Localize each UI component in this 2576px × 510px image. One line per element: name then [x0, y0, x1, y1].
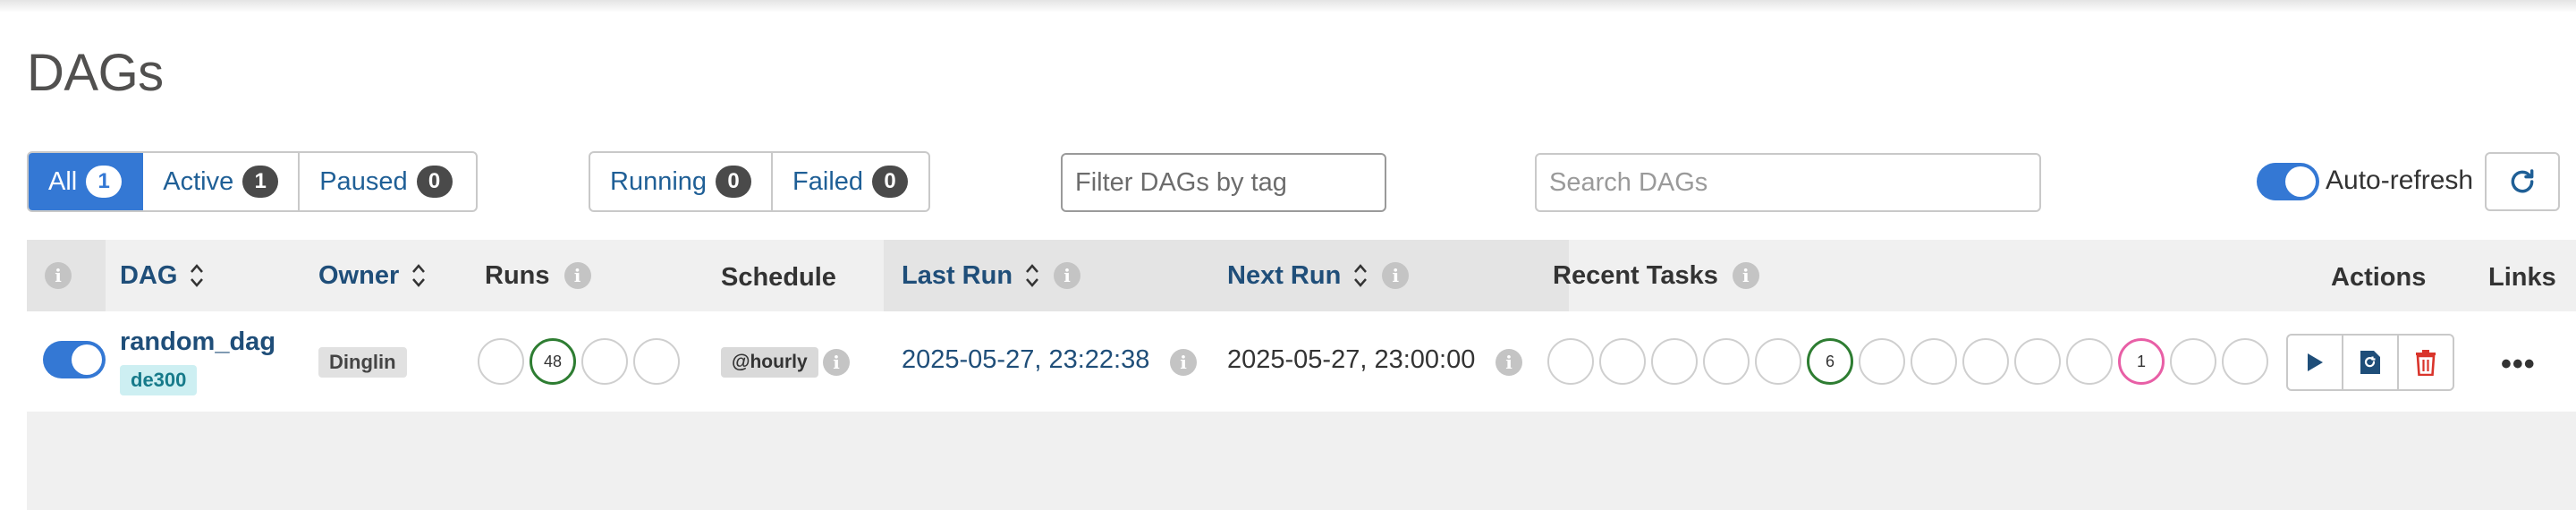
info-icon[interactable]: i: [1170, 349, 1197, 376]
task-state-circle[interactable]: [2170, 338, 2216, 385]
filter-failed-label: Failed: [792, 166, 864, 196]
task-state-circle[interactable]: [1911, 338, 1957, 385]
header-next-run-label: Next Run: [1227, 260, 1342, 290]
auto-refresh-toggle[interactable]: [2257, 163, 2319, 200]
task-state-circle[interactable]: 6: [1807, 338, 1853, 385]
filter-running-button[interactable]: Running 0: [590, 153, 774, 210]
table-row: random_dag de300 Dinglin 48 @hourly i 20…: [27, 311, 2576, 412]
toggle-knob: [72, 344, 102, 375]
schedule-badge[interactable]: @hourly: [721, 347, 818, 378]
header-links-label: Links: [2488, 262, 2556, 292]
info-icon: i: [45, 262, 72, 289]
dag-pause-toggle[interactable]: [43, 341, 106, 378]
task-state-circle[interactable]: [1651, 338, 1698, 385]
next-run-text: 2025-05-27, 23:00:00: [1227, 345, 1476, 374]
info-icon[interactable]: i: [1496, 349, 1522, 376]
header-last-run[interactable]: Last Run i: [902, 240, 1081, 311]
run-state-filter-group: Running 0 Failed 0: [589, 151, 930, 212]
task-state-circle[interactable]: 1: [2118, 338, 2165, 385]
tag-filter-input[interactable]: [1061, 153, 1386, 212]
header-recent-tasks-label: Recent Tasks: [1553, 260, 1718, 290]
search-dags-input[interactable]: [1535, 153, 2041, 212]
dag-tag[interactable]: de300: [120, 365, 198, 395]
info-icon[interactable]: i: [1732, 262, 1759, 289]
refresh-dag-button[interactable]: [2343, 336, 2399, 389]
filter-paused-label: Paused: [319, 166, 408, 196]
header-dag[interactable]: DAG: [120, 240, 204, 311]
header-recent-tasks: Recent Tasks i: [1553, 240, 1759, 311]
filter-running-label: Running: [610, 166, 708, 196]
dags-table: i DAG Owner Runs i Schedule Last Run i N…: [27, 240, 2576, 510]
header-last-run-label: Last Run: [902, 260, 1013, 290]
refresh-file-icon: [2360, 351, 2380, 374]
sort-icon: [1026, 264, 1039, 287]
table-header: i DAG Owner Runs i Schedule Last Run i N…: [27, 240, 2576, 311]
header-info: i: [45, 240, 72, 311]
task-state-circle[interactable]: [1859, 338, 1905, 385]
header-links: Links: [2488, 242, 2556, 313]
header-owner-label: Owner: [318, 260, 400, 290]
filter-paused-button[interactable]: Paused 0: [300, 153, 471, 210]
actions-group: [2286, 334, 2454, 391]
filter-all-button[interactable]: All 1: [29, 153, 144, 210]
run-state-circle[interactable]: [633, 338, 680, 385]
header-runs: Runs i: [485, 240, 591, 311]
info-icon[interactable]: i: [823, 349, 850, 376]
task-state-circle[interactable]: [1755, 338, 1801, 385]
header-runs-label: Runs: [485, 260, 550, 290]
filter-active-label: Active: [163, 166, 234, 196]
play-icon: [2308, 353, 2323, 371]
info-icon[interactable]: i: [1382, 262, 1410, 289]
task-state-circle[interactable]: [1547, 338, 1594, 385]
task-state-circle[interactable]: [2222, 338, 2268, 385]
sort-icon: [412, 264, 426, 287]
last-run-link[interactable]: 2025-05-27, 23:22:38: [902, 345, 1149, 375]
task-state-circle[interactable]: [2066, 338, 2113, 385]
filter-all-count: 1: [86, 166, 123, 198]
filter-running-count: 0: [716, 166, 752, 198]
run-state-circle[interactable]: [478, 338, 524, 385]
info-icon[interactable]: i: [1054, 262, 1081, 289]
page-title: DAGs: [27, 44, 164, 102]
task-state-circle[interactable]: [1962, 338, 2009, 385]
top-bar-shadow: [0, 0, 2576, 13]
filter-failed-button[interactable]: Failed 0: [773, 153, 928, 210]
task-state-circle[interactable]: [1599, 338, 1646, 385]
task-state-circle[interactable]: [1703, 338, 1750, 385]
filter-active-button[interactable]: Active 1: [143, 153, 301, 210]
dag-link[interactable]: random_dag: [120, 327, 275, 357]
trash-icon: [2416, 350, 2436, 376]
task-state-circle[interactable]: [2014, 338, 2061, 385]
filter-failed-count: 0: [872, 166, 909, 198]
delete-dag-button[interactable]: [2399, 336, 2453, 389]
auto-refresh-label: Auto-refresh: [2326, 166, 2474, 195]
status-filter-group: All 1 Active 1 Paused 0: [27, 151, 478, 212]
info-icon[interactable]: i: [564, 262, 591, 289]
filter-paused-count: 0: [416, 166, 453, 198]
filter-active-count: 1: [242, 166, 279, 198]
header-schedule: Schedule: [721, 242, 836, 313]
header-owner[interactable]: Owner: [318, 240, 426, 311]
header-actions: Actions: [2331, 242, 2426, 313]
toggle-knob: [2285, 166, 2316, 197]
refresh-button[interactable]: [2485, 152, 2560, 211]
owner-badge[interactable]: Dinglin: [318, 347, 407, 378]
refresh-icon: [2511, 169, 2534, 193]
filter-all-label: All: [48, 166, 78, 196]
header-next-run[interactable]: Next Run i: [1227, 240, 1410, 311]
header-schedule-label: Schedule: [721, 262, 836, 292]
more-horizontal-icon[interactable]: •••: [2501, 347, 2536, 382]
run-state-circle[interactable]: [581, 338, 628, 385]
run-state-circle[interactable]: 48: [530, 338, 576, 385]
sort-icon: [1354, 264, 1368, 287]
sort-icon: [191, 264, 204, 287]
header-actions-label: Actions: [2331, 262, 2427, 292]
trigger-dag-button[interactable]: [2288, 336, 2343, 389]
header-dag-label: DAG: [120, 260, 178, 290]
